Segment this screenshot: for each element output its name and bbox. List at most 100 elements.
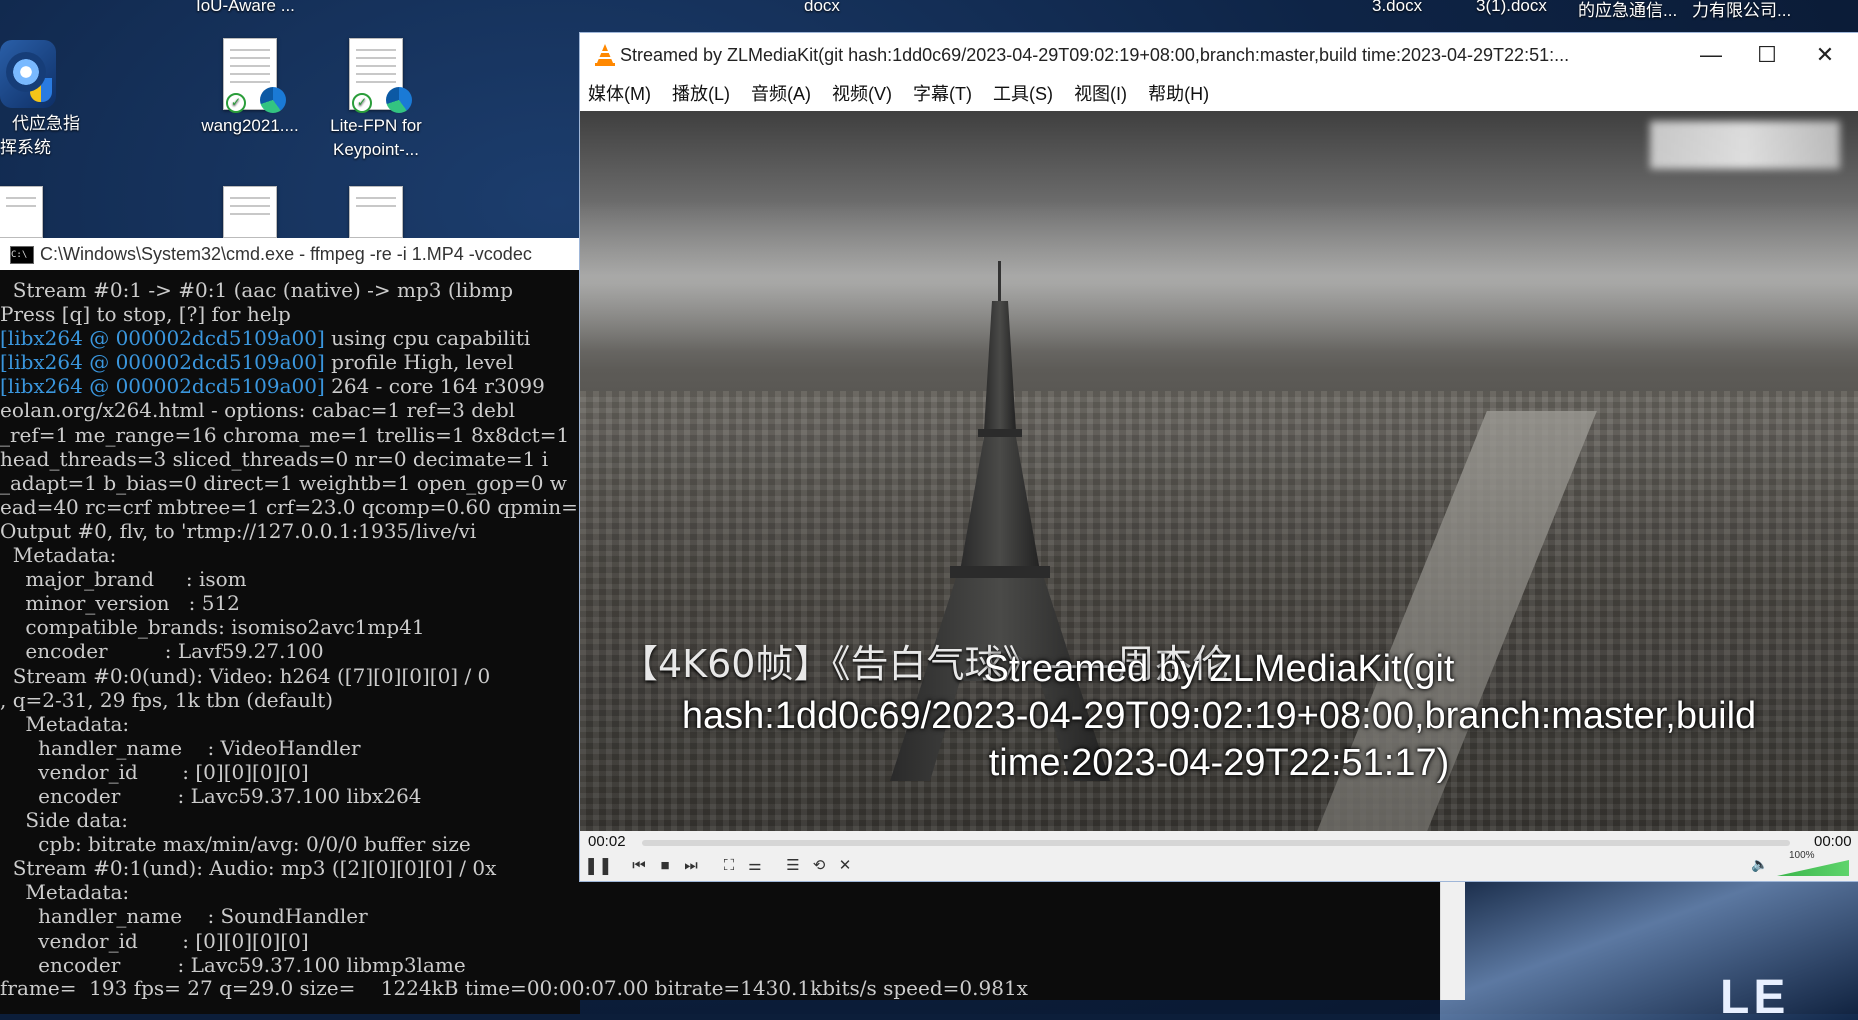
desktop-label-docx[interactable]: docx [804,0,840,16]
menu-media[interactable]: 媒体(M) [580,77,659,111]
cmd-line-text: major_brand : isom [0,567,247,592]
cmd-line: handler_name : SoundHandler [0,904,580,928]
cmd-scrollbar[interactable] [1440,880,1465,1000]
cmd-output[interactable]: Stream #0:1 -> #0:1 (aac (native) -> mp3… [0,278,580,1014]
app-disc-icon [0,40,56,108]
cmd-line-text: Metadata: [0,711,130,736]
cmd-line-text: 264 - core 164 r3099 [324,374,545,399]
cmd-line-text: Stream #0:1(und): Audio: mp3 ([2][0][0][… [0,856,497,881]
cmd-line: handler_name : VideoHandler [0,736,580,760]
document-icon [223,186,277,238]
cmd-line: Metadata: [0,712,580,736]
cmd-line-text: Press [q] to stop, [?] for help [0,302,291,327]
time-total[interactable]: 00:00 [1814,831,1852,853]
desktop-icon-label: 代应急指 [12,114,80,133]
close-button[interactable]: ✕ [1790,33,1858,77]
desktop-label-comm[interactable]: 的应急通信... [1578,0,1677,21]
ffmpeg-progress-line: frame= 193 fps= 27 q=29.0 size= 1224kB t… [0,976,1028,1000]
cmd-line-prefix: [libx264 @ 000002dcd5109a00] [0,374,325,399]
document-icon [349,186,403,238]
emergency-app-icon[interactable] [0,40,58,110]
cmd-line: , q=2-31, 29 fps, 1k tbn (default) [0,688,580,712]
fullscreen-button[interactable]: ⛶ [716,853,742,879]
desktop-label-iou[interactable]: IoU-Aware ... [196,0,295,16]
cmd-line: _adapt=1 b_bias=0 direct=1 weightb=1 ope… [0,471,580,495]
cmd-line: major_brand : isom [0,567,580,591]
cmd-line: Metadata: [0,543,580,567]
menu-playback[interactable]: 播放(L) [664,77,738,111]
cmd-line-text: encoder : Lavc59.37.100 libx264 [0,783,422,808]
cmd-titlebar[interactable]: C:\ C:\Windows\System32\cmd.exe - ffmpeg … [0,238,580,270]
cmd-line: Stream #0:1(und): Audio: mp3 ([2][0][0][… [0,856,580,880]
desktop-label-3docx[interactable]: 3.docx [1372,0,1422,16]
loop-button[interactable]: ⟲ [806,853,832,879]
video-sky [580,201,1858,351]
extended-settings-button[interactable]: ⚌ [742,853,768,879]
menu-tools[interactable]: 工具(S) [985,77,1061,111]
cmd-line: eolan.org/x264.html - options: cabac=1 r… [0,398,580,422]
cmd-window[interactable]: C:\ C:\Windows\System32\cmd.exe - ffmpeg … [0,238,580,1014]
desktop-icon-emergency[interactable]: 代应急指 挥系统 [0,112,80,160]
overlay-line: hash:1dd0c69/2023-04-29T09:02:19+08:00,b… [681,695,1757,737]
desktop-icon-wang2021[interactable]: ✓ wang2021.... [200,38,300,138]
time-elapsed[interactable]: 00:02 [588,831,626,853]
menu-help[interactable]: 帮助(H) [1140,77,1217,111]
cmd-line-text: Metadata: [0,880,130,905]
volume-slider[interactable] [1777,860,1849,876]
cmd-line: Output #0, flv, to 'rtmp://127.0.0.1:193… [0,519,580,543]
pdf-document-icon: ✓ [349,38,412,113]
vlc-window[interactable]: Streamed by ZLMediaKit(git hash:1dd0c69/… [580,33,1858,881]
cmd-line: Press [q] to stop, [?] for help [0,302,580,326]
menu-video[interactable]: 视频(V) [824,77,900,111]
overlay-line: Streamed by ZLMediaKit(git [983,648,1455,690]
video-area[interactable]: 【4K60帧】《告白气球》——周杰伦 Streamed by ZLMediaKi… [580,111,1858,831]
desktop-icon-label: 挥系统 [0,138,51,157]
cmd-line-text: Output #0, flv, to 'rtmp://127.0.0.1:193… [0,518,477,543]
cmd-line: [libx264 @ 000002dcd5109a00] profile Hig… [0,350,580,374]
stop-button[interactable]: ■ [652,853,678,879]
next-button[interactable]: ⏭ [678,853,704,879]
cmd-line: Stream #0:1 -> #0:1 (aac (native) -> mp3… [0,278,580,302]
cmd-line: cpb: bitrate max/min/avg: 0/0/0 buffer s… [0,832,580,856]
volume-label: 100% [1789,850,1815,861]
vlc-cone-icon [595,44,615,66]
seek-slider[interactable] [642,840,1790,846]
previous-button[interactable]: ⏮ [626,853,652,879]
cmd-line: head_threads=3 sliced_threads=0 nr=0 dec… [0,447,580,471]
cmd-line-text: _ref=1 me_range=16 chroma_me=1 trellis=1… [0,422,570,447]
cmd-line-text: Stream #0:0(und): Video: h264 ([7][0][0]… [0,663,491,688]
cmd-line: _ref=1 me_range=16 chroma_me=1 trellis=1… [0,423,580,447]
pause-button[interactable]: ❚❚ [584,853,613,879]
cmd-line-text: handler_name : VideoHandler [0,735,361,760]
desktop-icon-lite-fpn[interactable]: ✓ Lite-FPN for Keypoint-... [316,38,436,162]
speaker-icon[interactable]: 🔈 [1751,856,1768,873]
desktop-icon-doc-2[interactable] [200,186,300,242]
cmd-line: [libx264 @ 000002dcd5109a00] 264 - core … [0,374,580,398]
cmd-line-text: eolan.org/x264.html - options: cabac=1 r… [0,398,516,423]
cmd-line-text: profile High, level [324,350,514,375]
vlc-titlebar[interactable]: Streamed by ZLMediaKit(git hash:1dd0c69/… [580,33,1858,77]
desktop-icon-label: Lite-FPN for [330,116,422,135]
cmd-line: encoder : Lavf59.27.100 [0,639,580,663]
desktop-label-company[interactable]: 力有限公司... [1692,0,1791,21]
sync-check-icon: ✓ [226,93,246,113]
volume-control[interactable]: 🔈 100% [1745,850,1855,878]
menu-audio[interactable]: 音频(A) [743,77,819,111]
cmd-line-text: Stream #0:1 -> #0:1 (aac (native) -> mp3… [0,278,514,302]
vlc-controls: 00:02 00:00 ❚❚ ⏮ ■ ⏭ ⛶ ⚌ ☰ ⟲ ✕ 🔈 100% [580,831,1858,881]
desktop-icon-doc-partial[interactable] [0,186,46,242]
desktop-label-31docx[interactable]: 3(1).docx [1476,0,1547,16]
cmd-line: ead=40 rc=crf mbtree=1 crf=23.0 qcomp=0.… [0,495,580,519]
cmd-line-text: encoder : Lavf59.27.100 [0,639,324,664]
cmd-line-text: using cpu capabiliti [324,326,531,351]
cmd-line-text: handler_name : SoundHandler [0,904,368,929]
menu-subtitle[interactable]: 字幕(T) [905,77,980,111]
playlist-button[interactable]: ☰ [780,853,806,879]
menu-view[interactable]: 视图(I) [1066,77,1135,111]
cmd-line-text: cpb: bitrate max/min/avg: 0/0/0 buffer s… [0,832,471,857]
cmd-line-text: vendor_id : [0][0][0][0] [0,928,309,953]
cmd-line: [libx264 @ 000002dcd5109a00] using cpu c… [0,326,580,350]
desktop-icon-doc-3[interactable] [316,186,436,242]
stream-info-overlay: Streamed by ZLMediaKit(git hash:1dd0c69/… [580,646,1858,787]
shuffle-button[interactable]: ✕ [832,853,858,879]
